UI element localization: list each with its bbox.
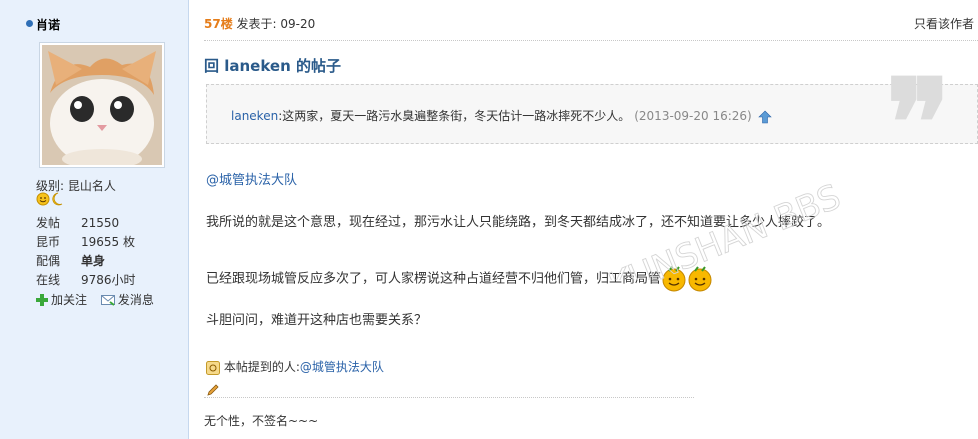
- quote-time: (2013-09-20 16:26): [634, 109, 752, 123]
- level-label: 级别:: [36, 179, 65, 193]
- mention-icon: [206, 360, 220, 375]
- user-badges: [36, 192, 66, 209]
- post-header: 57楼 发表于: 09-20 只看该作者: [204, 15, 978, 32]
- quote-author-link[interactable]: laneken: [231, 109, 278, 123]
- post-paragraph: 我所说的就是这个意思，现在经过，那污水让人只能绕路，到冬天都结成冰了，还不知道要…: [206, 215, 831, 230]
- stat-spouse: 配偶 单身: [36, 254, 106, 268]
- stat-posts: 发帖 21550: [36, 216, 120, 230]
- stat-coins: 昆币 19655 枚: [36, 235, 135, 249]
- signature: 无个性，不签名~~~: [204, 414, 319, 428]
- post-content: 57楼 发表于: 09-20 只看该作者 回 laneken 的帖子 lanek…: [204, 0, 978, 439]
- quote-mark-icon: ❞: [886, 53, 951, 194]
- cat-avatar-image: [42, 45, 162, 165]
- post-time: 发表于: 09-20: [236, 17, 316, 31]
- user-sidebar: 肖诺 级别: 昆山名人 发帖 21550 昆币 19655 枚 配偶 单身 在线…: [0, 0, 189, 439]
- plus-icon: [36, 293, 48, 306]
- mentioned-users: 本帖提到的人:@城管执法大队: [206, 358, 384, 375]
- signature-divider: [204, 397, 694, 398]
- quote-body: :这两家，夏天一路污水臭遍整条街，冬天估计一路冰摔死不少人。: [278, 109, 631, 123]
- level-value: 昆山名人: [67, 179, 116, 193]
- quote-text: laneken:这两家，夏天一路污水臭遍整条街，冬天估计一路冰摔死不少人。 (20…: [231, 107, 772, 124]
- stat-online: 在线 9786小时: [36, 273, 136, 287]
- mentioned-user-link[interactable]: @城管执法大队: [300, 360, 384, 374]
- quote-block: laneken:这两家，夏天一路污水臭遍整条街，冬天估计一路冰摔死不少人。 (20…: [206, 84, 978, 144]
- follow-button[interactable]: 加关注: [36, 291, 87, 308]
- post-title: 回 laneken 的帖子: [204, 57, 341, 75]
- envelope-icon: [100, 294, 115, 306]
- site-watermark: KUNSHAN BBS: [603, 176, 847, 280]
- post-paragraph: 斗胆问问，难道开这种店也需要关系？: [206, 313, 428, 328]
- pencil-icon: [207, 384, 219, 396]
- avatar[interactable]: [39, 42, 165, 168]
- badge-icons: [36, 192, 63, 206]
- jump-to-quote-icon[interactable]: [757, 110, 772, 124]
- post-paragraph: 已经跟现场城管反应多次了，可人家楞说这种占道经营不归他们管，归工商局管: [206, 266, 713, 292]
- message-button[interactable]: 发消息: [100, 291, 154, 308]
- mention-link[interactable]: @城管执法大队: [206, 169, 297, 188]
- online-status-icon: [26, 20, 33, 27]
- smiley-emoticon-icon: [662, 266, 686, 292]
- floor-number[interactable]: 57楼: [204, 17, 233, 31]
- divider: [204, 40, 978, 41]
- smiley-emoticon-icon: [688, 266, 712, 292]
- username[interactable]: 肖诺: [36, 16, 60, 33]
- only-author-link[interactable]: 只看该作者: [914, 15, 974, 32]
- user-stats: 发帖 21550 昆币 19655 枚 配偶 单身 在线 9786小时: [36, 214, 136, 290]
- user-actions: 加关注 发消息: [36, 291, 164, 309]
